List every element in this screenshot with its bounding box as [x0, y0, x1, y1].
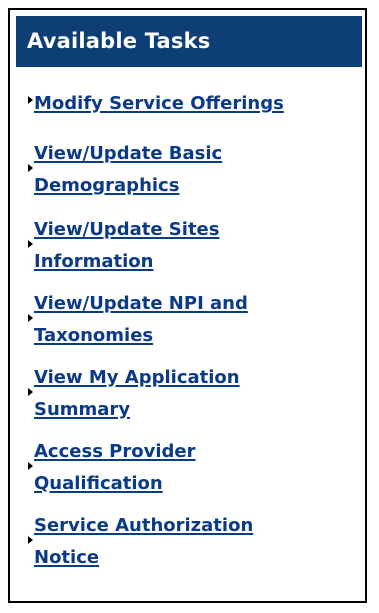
link-label-line-2: Summary [34, 399, 131, 420]
service-authorization-notice-link[interactable]: Service Authorization Notice [34, 510, 253, 574]
link-label-line-1: Access Provider [34, 441, 196, 462]
link-label-line-1: Service Authorization [34, 515, 254, 536]
task-list: Modify Service Offerings View/Update Bas… [0, 0, 379, 613]
link-label-line-2: Taxonomies [34, 325, 154, 346]
view-update-npi-and-taxonomies-link[interactable]: View/Update NPI and Taxonomies [34, 288, 248, 352]
view-update-basic-demographics-link[interactable]: View/Update Basic Demographics [34, 138, 222, 202]
bullet-arrow-icon [28, 96, 33, 104]
bullet-arrow-icon [28, 388, 33, 396]
link-label-line-2: Qualification [34, 473, 163, 494]
bullet-arrow-icon [28, 314, 33, 322]
bullet-arrow-icon [28, 462, 33, 470]
bullet-arrow-icon [28, 164, 33, 172]
bullet-arrow-icon [28, 240, 33, 248]
link-label-line-2: Notice [34, 547, 100, 568]
link-label-line-2: Information [34, 251, 154, 272]
access-provider-qualification-link[interactable]: Access Provider Qualification [34, 436, 195, 500]
link-label-line-1: View/Update Sites [34, 219, 220, 240]
view-my-application-summary-link[interactable]: View My Application Summary [34, 362, 240, 426]
link-label: Modify Service Offerings [34, 93, 284, 114]
bullet-arrow-icon [28, 536, 33, 544]
view-update-sites-information-link[interactable]: View/Update Sites Information [34, 214, 219, 278]
modify-service-offerings-link[interactable]: Modify Service Offerings [34, 88, 284, 120]
link-label-line-1: View/Update Basic [34, 143, 223, 164]
link-label-line-2: Demographics [34, 175, 180, 196]
link-label-line-1: View/Update NPI and [34, 293, 248, 314]
link-label-line-1: View My Application [34, 367, 240, 388]
